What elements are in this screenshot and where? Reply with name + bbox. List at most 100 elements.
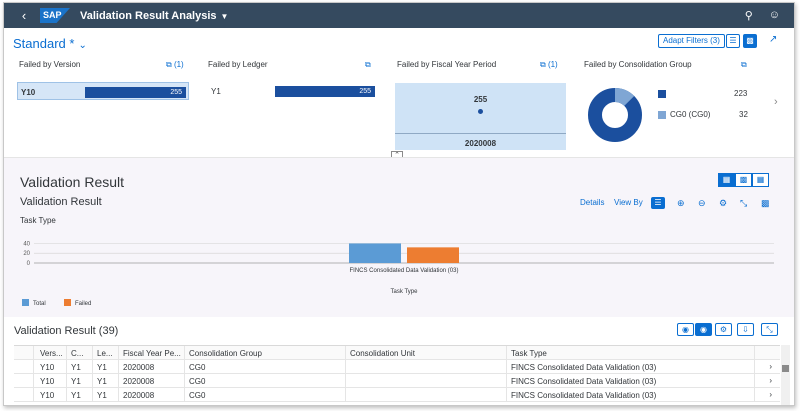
card-count-link[interactable]: ⧉ (1) [540, 60, 558, 70]
scroll-thumb[interactable] [782, 365, 789, 372]
column-divider [345, 346, 346, 359]
hide-icon[interactable]: ◉ [695, 323, 712, 336]
row-selector[interactable] [14, 360, 34, 373]
legend-label: Total [33, 301, 46, 307]
y-tick-label: 0 [27, 261, 31, 267]
bar-row-y1[interactable]: Y1 255 [208, 82, 376, 100]
column-header[interactable]: Consolidation Group [189, 349, 345, 358]
select-all-cell[interactable] [14, 346, 34, 359]
list-view-icon[interactable]: ☰ [726, 34, 740, 48]
column-divider [184, 388, 185, 401]
zoom-out-icon[interactable]: ⊖ [698, 198, 706, 209]
data-point [478, 109, 483, 114]
column-divider [118, 346, 119, 359]
fullscreen-icon[interactable]: ⤡ [761, 323, 778, 336]
column-divider [506, 360, 507, 373]
chart-type-icon[interactable]: ▩ [761, 198, 770, 209]
app-title-menu[interactable]: Validation Result Analysis ▼ [80, 10, 228, 22]
show-icon[interactable]: ◉ [677, 323, 694, 336]
user-icon[interactable]: ☺ [769, 9, 780, 22]
row-navigate-icon[interactable]: › [769, 362, 772, 371]
column-header[interactable]: Consolidation Unit [350, 349, 506, 358]
bar-value: 255 [359, 88, 371, 95]
row-selector[interactable] [14, 388, 34, 401]
fullscreen-icon[interactable]: ⤡ [740, 198, 747, 209]
column-divider [92, 346, 93, 359]
variant-selector[interactable]: Standard * ⌄ [13, 36, 87, 51]
card-title: Failed by Ledger [208, 60, 268, 69]
bar-fill: 255 [85, 87, 186, 98]
card-failed-by-ledger: Failed by Ledger ⧉ Y1 255 [208, 60, 376, 105]
row-navigate-icon[interactable]: › [769, 376, 772, 385]
table-cell: 2020008 [123, 363, 155, 372]
column-divider [184, 374, 185, 387]
table-title: Validation Result (39) [14, 325, 119, 337]
column-header[interactable]: Le... [97, 349, 119, 358]
row-navigate-icon[interactable]: › [769, 390, 772, 399]
back-icon[interactable]: ‹ [14, 8, 34, 23]
row-selector[interactable] [14, 374, 34, 387]
card-failed-by-version: Failed by Version ⧉ (1) Y10 255 [17, 60, 191, 105]
table-cell: FINCS Consolidated Data Validation (03) [511, 363, 657, 372]
search-icon[interactable]: ⚲ [745, 9, 753, 22]
table-cell: 2020008 [123, 391, 155, 400]
result-table: Vers... C... Le... Fiscal Year Pe... Consoli… [14, 345, 780, 402]
sap-logo: SAP [40, 8, 70, 23]
column-divider [345, 360, 346, 373]
point-value: 255 [473, 95, 488, 104]
column-divider [754, 374, 755, 387]
column-divider [184, 360, 185, 373]
bar-total[interactable] [349, 243, 401, 263]
table-cell: FINCS Consolidated Data Validation (03) [511, 391, 657, 400]
card-count-link[interactable]: ⧉ [365, 60, 371, 70]
next-card-arrow-icon[interactable]: › [774, 96, 778, 108]
validation-bar-chart[interactable]: 0 20 40 FINCS Consolidated Data Validation… [4, 233, 795, 318]
table-row[interactable]: Y10 Y1 Y1 2020008 CG0 FINCS Consolidated Data… [14, 388, 780, 402]
column-divider [66, 388, 67, 401]
legend-toggle-icon[interactable]: ☰ [651, 197, 665, 209]
table-cell: Y1 [97, 363, 107, 372]
table-row[interactable]: Y10 Y1 Y1 2020008 CG0 FINCS Consolidated Data… [14, 360, 780, 374]
share-icon[interactable]: ↗ [769, 34, 777, 45]
card-count-link[interactable]: ⧉ (1) [166, 60, 184, 70]
donut-chart[interactable] [587, 87, 643, 143]
app-title: Validation Result Analysis [80, 9, 217, 22]
bar-row-y10[interactable]: Y10 255 [17, 82, 189, 100]
y-tick-label: 40 [23, 241, 30, 247]
adapt-filters-button[interactable]: Adapt Filters (3) [658, 34, 725, 48]
legend-swatch [658, 111, 666, 119]
card-count-link[interactable]: ⧉ [741, 60, 747, 70]
app-window: ‹ SAP Validation Result Analysis ▼ ⚲ ☺ St… [3, 2, 795, 406]
settings-icon[interactable]: ⚙ [719, 198, 727, 209]
legend-swatch [64, 299, 71, 306]
legend-value: 32 [739, 110, 748, 119]
table-row[interactable]: Y10 Y1 Y1 2020008 CG0 FINCS Consolidated Data… [14, 374, 780, 388]
column-header[interactable]: Task Type [511, 349, 751, 358]
export-icon[interactable]: ⇩ [737, 323, 754, 336]
table-only-view-icon[interactable]: ▦ [752, 173, 769, 187]
table-chart-view-icon[interactable]: ▦ [718, 173, 735, 187]
column-header[interactable]: Vers... [40, 349, 68, 358]
column-divider [506, 388, 507, 401]
card-count: (1) [547, 60, 558, 69]
column-divider [506, 374, 507, 387]
view-by-button[interactable]: View By [614, 198, 643, 207]
bar-failed[interactable] [407, 247, 459, 263]
bar-label: Y1 [211, 87, 221, 96]
legend-swatch [22, 299, 29, 306]
column-header[interactable]: Fiscal Year Pe... [123, 349, 185, 358]
table-cell: Y1 [97, 391, 107, 400]
column-divider [118, 374, 119, 387]
column-header[interactable]: C... [71, 349, 93, 358]
table-scrollbar[interactable] [781, 345, 790, 405]
chart-only-view-icon[interactable]: ▩ [735, 173, 752, 187]
zoom-in-icon[interactable]: ⊕ [677, 198, 685, 209]
fiscal-period-chart[interactable]: 255 2020008 [395, 83, 566, 150]
column-divider [66, 346, 67, 359]
chart-view-icon[interactable]: ▩ [743, 34, 757, 48]
table-cell: CG0 [189, 377, 206, 386]
settings-icon[interactable]: ⚙ [715, 323, 732, 336]
column-divider [92, 360, 93, 373]
details-button[interactable]: Details [580, 198, 604, 207]
table-cell: FINCS Consolidated Data Validation (03) [511, 377, 657, 386]
